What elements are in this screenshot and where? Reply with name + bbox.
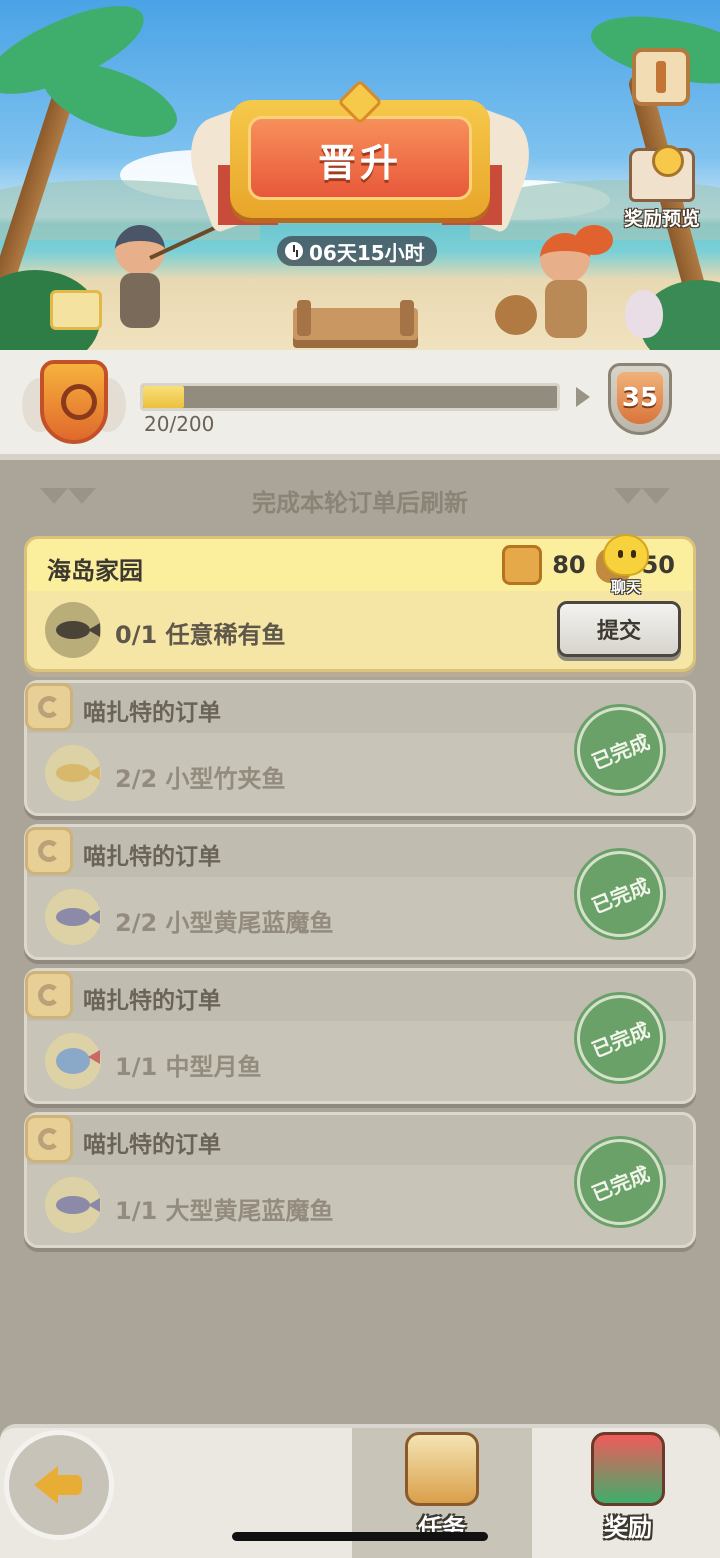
completed-order-card: 喵扎特的订单 1/1 大型黄尾蓝魔鱼 已完成	[24, 1112, 696, 1248]
completed-order-card: 喵扎特的订单 2/2 小型黄尾蓝魔鱼 已完成	[24, 824, 696, 960]
countdown-timer: 06天15小时	[277, 236, 437, 266]
fish-icon	[45, 1177, 101, 1233]
order-title: 喵扎特的订单	[83, 1132, 221, 1158]
exclamation-icon	[656, 61, 666, 93]
order-type-icon	[25, 683, 73, 731]
order-item-text: 2/2 小型黄尾蓝魔鱼	[115, 909, 334, 937]
order-type-icon	[25, 1115, 73, 1163]
treasure-chest-icon	[629, 145, 695, 202]
fish-icon	[45, 745, 101, 801]
tab-reward[interactable]: 奖励	[536, 1428, 720, 1558]
timer-text: 06天15小时	[309, 240, 425, 265]
order-name: 海岛家园	[47, 557, 143, 585]
order-item-text: 1/1 大型黄尾蓝魔鱼	[115, 1197, 334, 1225]
arrow-right-icon	[576, 387, 590, 407]
progress-bar-fill	[143, 386, 185, 408]
notice-button[interactable]	[632, 48, 690, 106]
chat-button[interactable]: 聊天	[600, 534, 652, 597]
active-order-card: 海岛家园 80 50 0/1 任意稀有鱼 提交	[24, 536, 696, 672]
submit-button[interactable]: 提交	[557, 601, 681, 657]
refresh-hint: 完成本轮订单后刷新	[252, 488, 468, 517]
task-scroll-icon	[405, 1432, 479, 1506]
back-button[interactable]	[4, 1430, 114, 1540]
fisher-boy-character	[105, 225, 175, 340]
completed-status: 已完成	[588, 1017, 653, 1062]
order-type-icon	[25, 827, 73, 875]
order-item-text: 1/1 中型月鱼	[115, 1053, 262, 1081]
page-title: 晋升	[317, 140, 402, 185]
girl-character	[530, 225, 613, 345]
completed-status: 已完成	[588, 873, 653, 918]
completed-order-card: 喵扎特的订单 1/1 中型月鱼 已完成	[24, 968, 696, 1104]
tab-reward-label: 奖励	[604, 1514, 652, 1542]
gift-box-decoration	[50, 290, 102, 330]
fish-icon	[45, 889, 101, 945]
chat-label: 聊天	[610, 578, 641, 596]
gift-bag-icon	[591, 1432, 665, 1506]
rank-badge-icon[interactable]	[22, 360, 126, 450]
clock-icon	[285, 242, 303, 260]
pet-dog	[495, 295, 537, 335]
back-arrow-icon	[34, 1466, 84, 1504]
completed-status: 已完成	[588, 1161, 653, 1206]
fish-icon	[45, 1033, 101, 1089]
title-plate: 晋升	[230, 79, 490, 218]
reward-coin-value: 80	[552, 551, 586, 579]
egg-decoration	[625, 290, 663, 338]
coin-icon	[502, 545, 543, 585]
reward-preview-label: 奖励预览	[623, 208, 700, 230]
completed-order-card: 喵扎特的订单 2/2 小型竹夹鱼 已完成	[24, 680, 696, 816]
completed-status: 已完成	[588, 729, 653, 774]
next-level-badge: 35	[608, 363, 672, 435]
order-title: 喵扎特的订单	[83, 844, 221, 870]
next-level-number: 35	[617, 372, 663, 424]
order-item-text: 2/2 小型竹夹鱼	[115, 765, 286, 793]
progress-bar	[140, 383, 560, 411]
home-indicator[interactable]	[232, 1532, 488, 1541]
order-type-icon	[25, 971, 73, 1019]
progress-text: 20/200	[144, 412, 215, 436]
order-item-text: 0/1 任意稀有鱼	[115, 621, 286, 649]
order-title: 喵扎特的订单	[83, 988, 221, 1014]
reward-preview-button[interactable]: 奖励预览	[612, 145, 712, 231]
chat-emoji-icon	[603, 534, 649, 576]
order-title: 喵扎特的订单	[83, 700, 221, 726]
rare-fish-icon	[45, 602, 101, 658]
